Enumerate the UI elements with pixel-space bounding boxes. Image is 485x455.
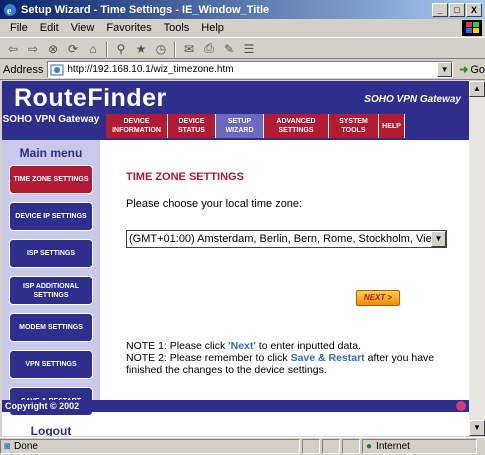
scroll-down-icon[interactable]: ▼ <box>469 420 485 436</box>
address-input[interactable]: http://192.168.10.1/wiz_timezone.htm ▼ <box>47 61 454 78</box>
nav-system-tools[interactable]: SYSTEM TOOLS <box>329 114 379 138</box>
globe-icon: ● <box>366 441 373 452</box>
discuss-icon[interactable]: ☰ <box>240 41 258 57</box>
timezone-prompt: Please choose your local time zone: <box>126 198 303 210</box>
sidebar-item-isp-settings[interactable]: ISP SETTINGS <box>9 239 93 268</box>
top-navigation: DEVICE INFORMATION DEVICE STATUS SETUP W… <box>106 114 405 140</box>
title-bar: e Setup Wizard - Time Settings - IE_Wind… <box>0 0 485 19</box>
back-icon[interactable]: ⇦ <box>4 41 22 57</box>
address-url: http://192.168.10.1/wiz_timezone.htm <box>67 64 234 75</box>
page-viewport: RouteFinder SOHO VPN Gateway SOHO VPN Ga… <box>2 81 469 436</box>
home-icon[interactable]: ⌂ <box>84 41 102 57</box>
address-label: Address <box>3 63 44 76</box>
next-button[interactable]: NEXT > <box>356 290 400 306</box>
menu-view[interactable]: View <box>65 22 101 34</box>
sidebar-title: Main menu <box>19 146 83 160</box>
menu-help[interactable]: Help <box>195 22 230 34</box>
menu-bar: File Edit View Favorites Tools Help <box>0 19 485 38</box>
timezone-select[interactable]: (GMT+01:00) Amsterdam, Berlin, Bern, Rom… <box>126 230 447 248</box>
window-title: Setup Wizard - Time Settings - IE_Window… <box>21 3 270 16</box>
nav-advanced-settings[interactable]: ADVANCED SETTINGS <box>264 114 329 138</box>
history-icon[interactable]: ◷ <box>152 41 170 57</box>
product-tagline: SOHO VPN Gateway <box>364 94 461 105</box>
go-label: Go <box>470 63 485 76</box>
note-1: NOTE 1: Please click 'Next' to enter inp… <box>126 340 466 352</box>
mail-icon[interactable]: ✉ <box>180 41 198 57</box>
go-arrow-icon: ➜ <box>459 64 469 76</box>
sidebar-item-device-ip-settings[interactable]: DEVICE IP SETTINGS <box>9 202 93 231</box>
product-subtitle: SOHO VPN Gateway <box>2 114 100 125</box>
note-1-next-link: 'Next' <box>228 340 256 352</box>
svg-text:e: e <box>7 6 12 17</box>
note-1-text-a: NOTE 1: Please click <box>126 340 229 352</box>
address-dropdown-icon[interactable]: ▼ <box>437 62 453 77</box>
windows-logo-icon <box>462 20 482 36</box>
sidebar-item-isp-additional-settings[interactable]: ISP ADDITIONAL SETTINGS <box>9 276 93 305</box>
note-2: NOTE 2: Please remember to click Save & … <box>126 352 466 376</box>
zone-indicator: ● Internet <box>362 439 477 454</box>
page-header: RouteFinder SOHO VPN Gateway SOHO VPN Ga… <box>2 81 469 140</box>
done-page-icon: ◙ <box>4 441 11 452</box>
status-bar: ◙ Done ● Internet <box>0 437 485 455</box>
edit-icon[interactable]: ✎ <box>220 41 238 57</box>
note-1-text-b: to enter inputted data. <box>255 340 361 352</box>
nav-setup-wizard[interactable]: SETUP WIZARD <box>216 114 264 138</box>
status-message: ◙ Done <box>0 439 300 454</box>
toolbar-separator <box>106 40 108 57</box>
favorites-icon[interactable]: ★ <box>132 41 150 57</box>
page-icon <box>50 64 64 75</box>
page-footer: Copyright © 2002 <box>2 400 469 412</box>
menu-favorites[interactable]: Favorites <box>100 22 157 34</box>
status-cell-empty <box>322 439 340 454</box>
main-content: TIME ZONE SETTINGS Please choose your lo… <box>126 140 466 376</box>
note-2-save-restart-link: Save & Restart <box>290 352 365 364</box>
section-title: TIME ZONE SETTINGS <box>126 171 244 183</box>
timezone-value: (GMT+01:00) Amsterdam, Berlin, Bern, Rom… <box>129 233 447 245</box>
close-button[interactable]: X <box>466 2 482 17</box>
notes: NOTE 1: Please click 'Next' to enter inp… <box>126 340 466 376</box>
vertical-scrollbar[interactable]: ▲ ▼ <box>469 81 485 436</box>
status-cell-empty <box>342 439 360 454</box>
sidebar: Main menu TIME ZONE SETTINGS DEVICE IP S… <box>2 140 100 436</box>
ie-window: e Setup Wizard - Time Settings - IE_Wind… <box>0 0 485 455</box>
nav-help[interactable]: HELP <box>379 114 405 138</box>
search-icon[interactable]: ⚲ <box>112 41 130 57</box>
logout-link[interactable]: Logout <box>2 424 100 436</box>
scroll-up-icon[interactable]: ▲ <box>469 81 485 97</box>
footer-dot-icon <box>456 401 466 411</box>
forward-icon[interactable]: ⇨ <box>24 41 42 57</box>
go-button[interactable]: ➜ Go <box>459 63 485 77</box>
stop-icon[interactable]: ⊗ <box>44 41 62 57</box>
menu-file[interactable]: File <box>4 22 34 34</box>
sidebar-item-vpn-settings[interactable]: VPN SETTINGS <box>9 350 93 379</box>
menu-edit[interactable]: Edit <box>34 22 65 34</box>
routefinder-logo: RouteFinder <box>14 84 167 112</box>
refresh-icon[interactable]: ⟳ <box>64 41 82 57</box>
nav-device-status[interactable]: DEVICE STATUS <box>168 114 216 138</box>
toolbar-separator <box>174 40 176 57</box>
menu-tools[interactable]: Tools <box>158 22 196 34</box>
print-icon[interactable]: ⎙ <box>200 41 218 57</box>
note-2-text-a: NOTE 2: Please remember to click <box>126 352 291 364</box>
minimize-button[interactable]: _ <box>432 2 448 17</box>
sidebar-item-modem-settings[interactable]: MODEM SETTINGS <box>9 313 93 342</box>
status-text: Done <box>14 441 38 452</box>
nav-device-information[interactable]: DEVICE INFORMATION <box>106 114 168 138</box>
chevron-down-icon[interactable]: ▼ <box>431 231 446 247</box>
zone-text: Internet <box>376 441 410 452</box>
sidebar-item-time-zone-settings[interactable]: TIME ZONE SETTINGS <box>9 165 93 194</box>
ie-logo-icon: e <box>4 3 16 17</box>
copyright-text: Copyright © 2002 <box>5 401 80 411</box>
status-cell-empty <box>302 439 320 454</box>
toolbar: ⇦ ⇨ ⊗ ⟳ ⌂ ⚲ ★ ◷ ✉ ⎙ ✎ ☰ <box>0 39 485 59</box>
maximize-button[interactable]: □ <box>449 2 465 17</box>
address-bar: Address http://192.168.10.1/wiz_timezone… <box>0 60 485 80</box>
